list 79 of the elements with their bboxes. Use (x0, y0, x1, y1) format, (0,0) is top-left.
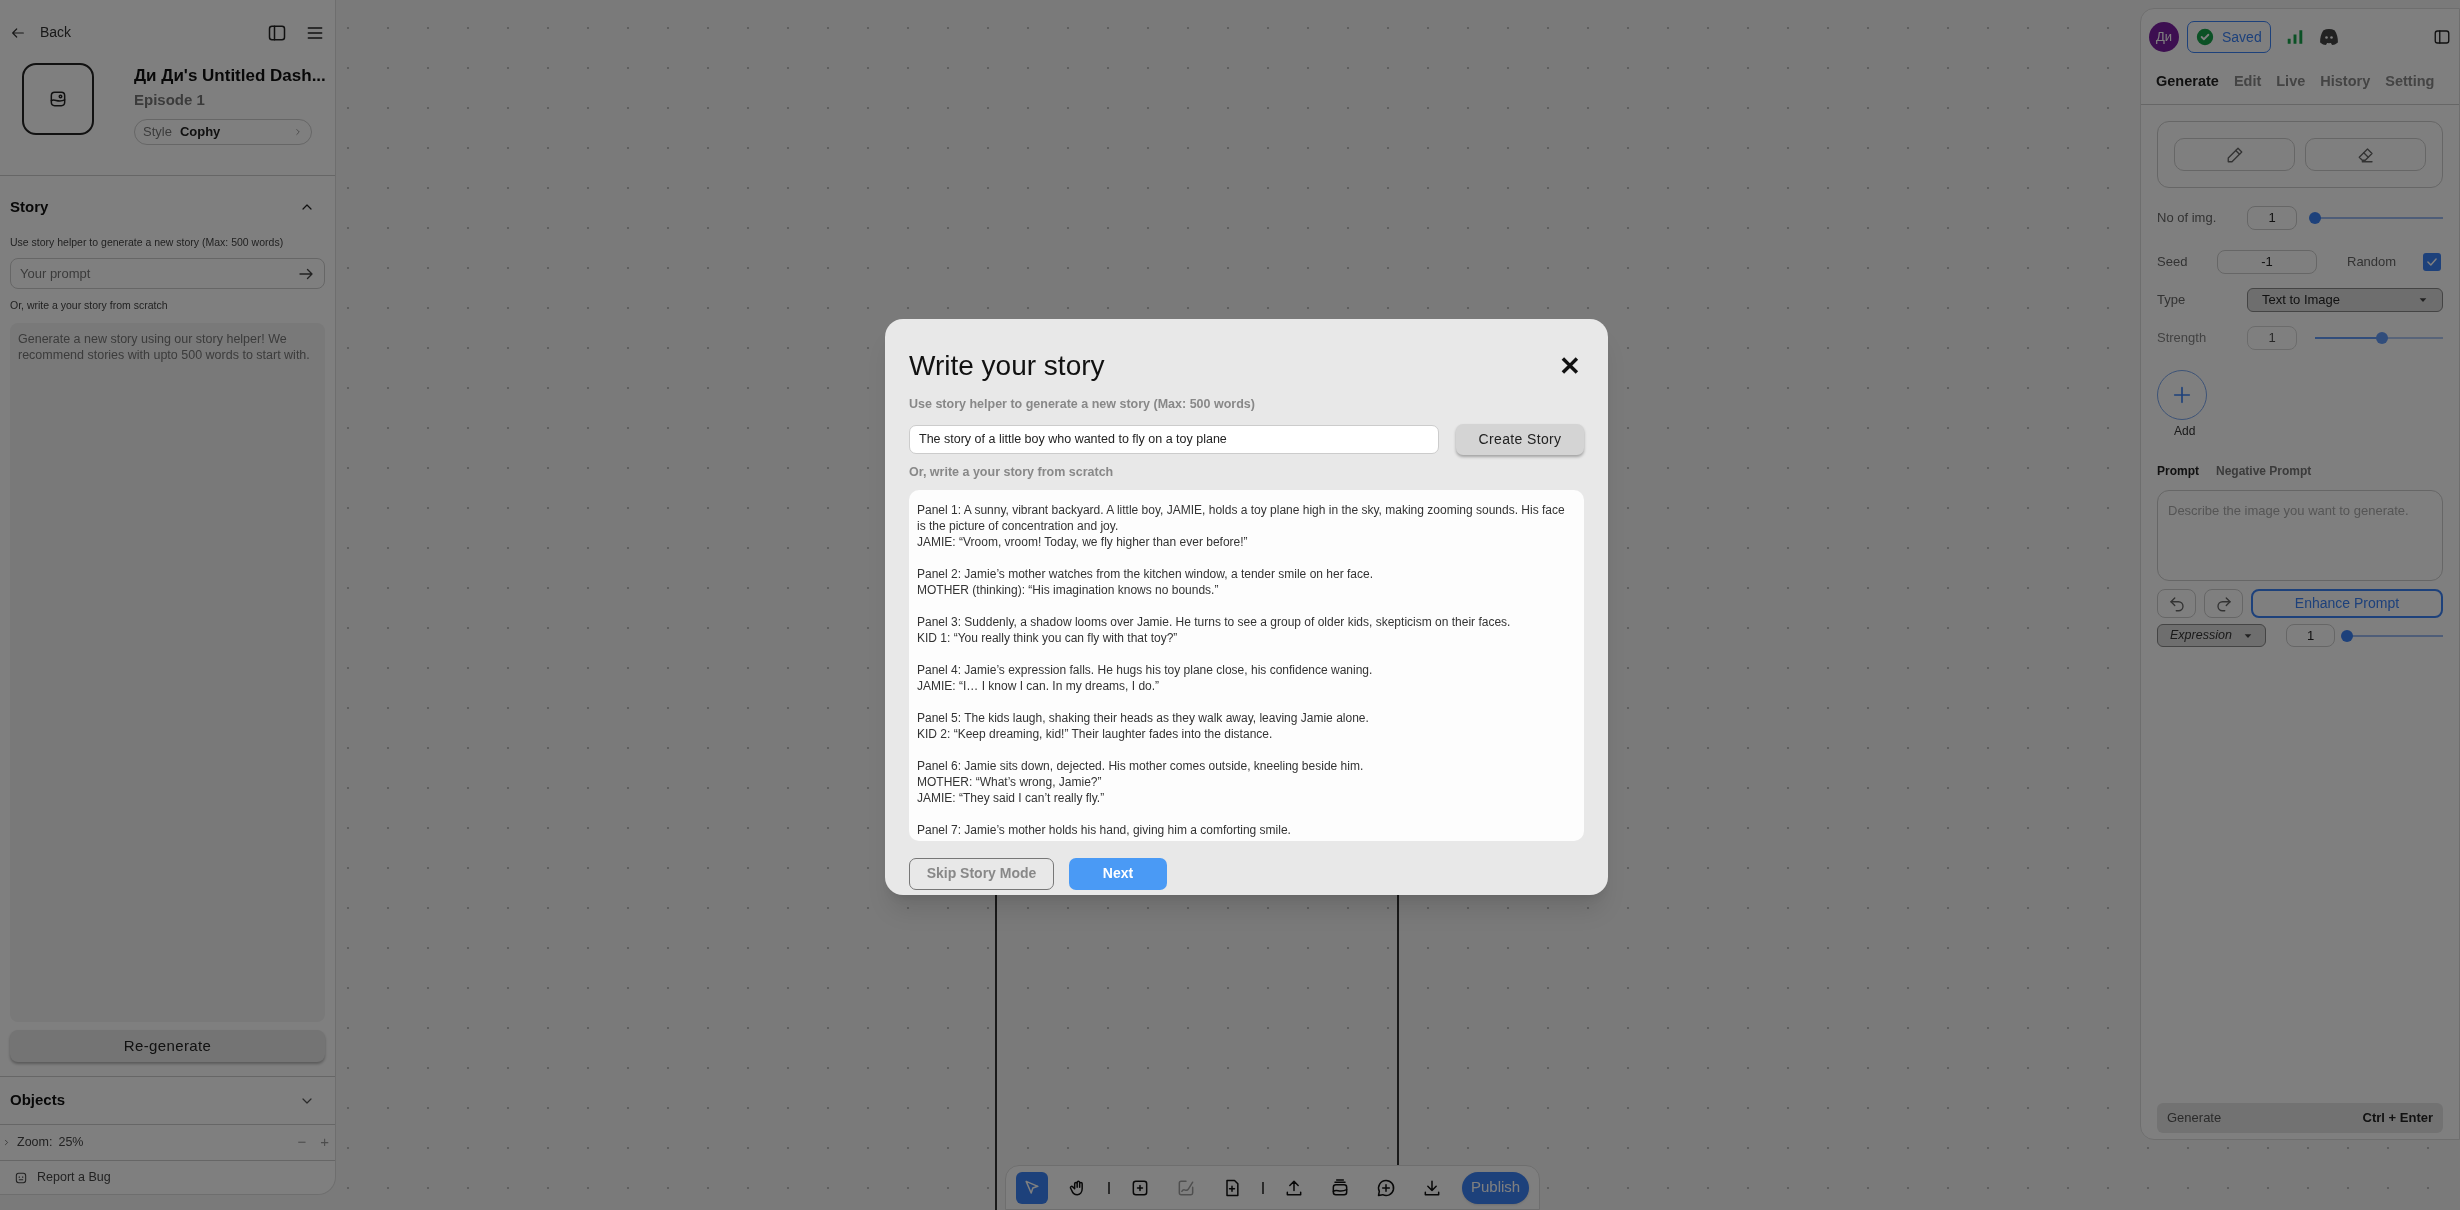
publish-button[interactable]: Publish (1462, 1171, 1530, 1204)
redo-button[interactable] (2204, 589, 2243, 618)
story-paragraph: Panel 3: Suddenly, a shadow looms over Jamie. He turns to see a group of older kids, skepticism on their faces. KID 1: “You really think you can fly with that toy?” (917, 613, 1512, 646)
redo-icon (2214, 594, 2233, 613)
plus-icon (2171, 384, 2193, 406)
add-label: Add (2174, 423, 2197, 440)
chat-add-icon (1376, 1177, 1396, 1198)
random-checkbox[interactable] (2423, 253, 2441, 271)
checkmark-icon (2425, 255, 2439, 269)
undo-icon (2167, 594, 2186, 613)
slider-track[interactable] (2341, 629, 2443, 642)
helper-text: Or, write a your story from scratch (10, 298, 169, 314)
eraser-icon (2356, 145, 2375, 164)
section-title: Story (10, 197, 49, 217)
user-avatar[interactable]: Ди (2149, 22, 2179, 52)
undo-button[interactable] (2157, 589, 2196, 618)
section-title: Objects (10, 1090, 66, 1111)
skip-story-mode-button[interactable]: Skip Story Mode (909, 857, 1054, 890)
chevron-right-icon[interactable] (2, 1138, 11, 1147)
dropdown-caret-icon (2418, 295, 2428, 305)
back-button[interactable]: Back (10, 22, 72, 43)
report-bug-button[interactable]: Report a Bug (0, 1160, 335, 1194)
helper-text: Use story helper to generate a new story (Max: 500 words) (10, 234, 285, 250)
field-label: Strength (2157, 329, 2208, 348)
zoom-in-button[interactable]: + (320, 1131, 329, 1154)
regenerate-button[interactable]: Re-generate (10, 1030, 325, 1062)
checkbox-label: Random (2347, 253, 2397, 272)
panel-tab[interactable]: Generate (2156, 70, 2219, 93)
expression-dropdown[interactable]: Expression (2157, 624, 2266, 647)
story-paragraph: Panel 6: Jamie sits down, dejected. His mother comes outside, kneeling beside him. MOTHER: “What’s wrong, Jamie?” JAMIE: “They said I can’t really fly.” (917, 757, 1365, 806)
image-stack-icon (1330, 1177, 1350, 1198)
add-button[interactable] (2157, 370, 2207, 420)
create-story-button[interactable]: Create Story (1456, 423, 1584, 455)
slider-track[interactable] (2309, 212, 2443, 224)
dialog-title: Write your story (909, 349, 1105, 383)
seed-field[interactable]: -1 (2217, 250, 2317, 274)
chevron-right-icon (293, 127, 303, 137)
panel-tab[interactable]: Live (2276, 70, 2306, 93)
select-pointer-tool-button[interactable] (1016, 1171, 1048, 1204)
zoom-out-button[interactable]: − (297, 1131, 307, 1154)
story-text-area[interactable]: Generate a new story using our story helper! We recommend stories with upto 500 words to start with. (10, 323, 325, 1022)
panel-tab[interactable]: Setting (2385, 70, 2435, 93)
zoom-value: 25% (58, 1134, 84, 1152)
number-field[interactable]: 1 (2247, 206, 2297, 230)
pencil-icon (2225, 145, 2244, 164)
field-label: No of img. (2157, 209, 2218, 228)
panel-tab[interactable]: History (2320, 70, 2371, 93)
story-paragraph: Panel 4: Jamie’s expression falls. He hugs his toy plane close, his confidence waning. JAMIE: “I… I know I can. In my dreams, I do.” (917, 661, 1374, 694)
enhance-prompt-button[interactable]: Enhance Prompt (2251, 589, 2443, 618)
story-prompt-field[interactable]: The story of a little boy who wanted to fly on a toy plane (909, 424, 1439, 454)
episode-label: Episode 1 (134, 89, 206, 110)
project-thumbnail[interactable] (22, 63, 94, 135)
story-paragraph: Panel 2: Jamie’s mother watches from the kitchen window, a tender smile on her face. MOTHER (thinking): “His imagination knows no bounds.” (917, 565, 1374, 598)
number-field[interactable]: 1 (2286, 624, 2335, 647)
close-button[interactable]: ✕ (1559, 346, 1581, 386)
zoom-label: Zoom: (17, 1134, 53, 1152)
image-icon (48, 89, 68, 109)
generate-button[interactable]: Generate Ctrl + Enter (2157, 1103, 2443, 1133)
slider-thumb[interactable] (2309, 212, 2321, 224)
slider-thumb[interactable] (2341, 629, 2353, 642)
bug-face-icon (14, 1170, 28, 1185)
prompt-input-field[interactable]: Your prompt (20, 264, 297, 284)
type-dropdown[interactable]: Text to Image (2247, 288, 2443, 312)
helper-text: Or, write a your story from scratch (909, 463, 1115, 481)
panel-tab[interactable]: Edit (2233, 70, 2262, 93)
prompt-field[interactable]: Your prompt (10, 258, 325, 290)
next-button[interactable]: Next (1069, 857, 1167, 890)
panel-toggle-icon[interactable] (2433, 28, 2451, 46)
prompt-tab[interactable]: Prompt (2157, 462, 2199, 480)
story-paragraph: Panel 7: Jamie’s mother holds his hand, giving him a comforting smile. (917, 821, 1292, 838)
story-paragraph: Panel 5: The kids laugh, shaking their heads as they walk away, leaving Jamie alone. KID 2: “Keep dreaming, kid!” Their laughter fades into the distance. (917, 709, 1370, 742)
field-label: Type (2157, 291, 2187, 310)
check-circle-icon (2196, 28, 2214, 46)
helper-text: Use story helper to generate a new story (Max: 500 words) (909, 396, 1256, 413)
field-label: Seed (2157, 253, 2189, 272)
prompt-tab[interactable]: Negative Prompt (2216, 462, 2312, 480)
project-title: Ди Ди's Untitled Dash... (134, 65, 326, 87)
saved-status: Saved (2187, 21, 2271, 53)
story-paragraph: Panel 1: A sunny, vibrant backyard. A little boy, JAMIE, holds a toy plane high in the sky, making zooming sounds. His face is the picture of concentration and joy. JAMIE: “Vroom, vroom! Today, we fly higher than ever before!” (917, 501, 1566, 550)
